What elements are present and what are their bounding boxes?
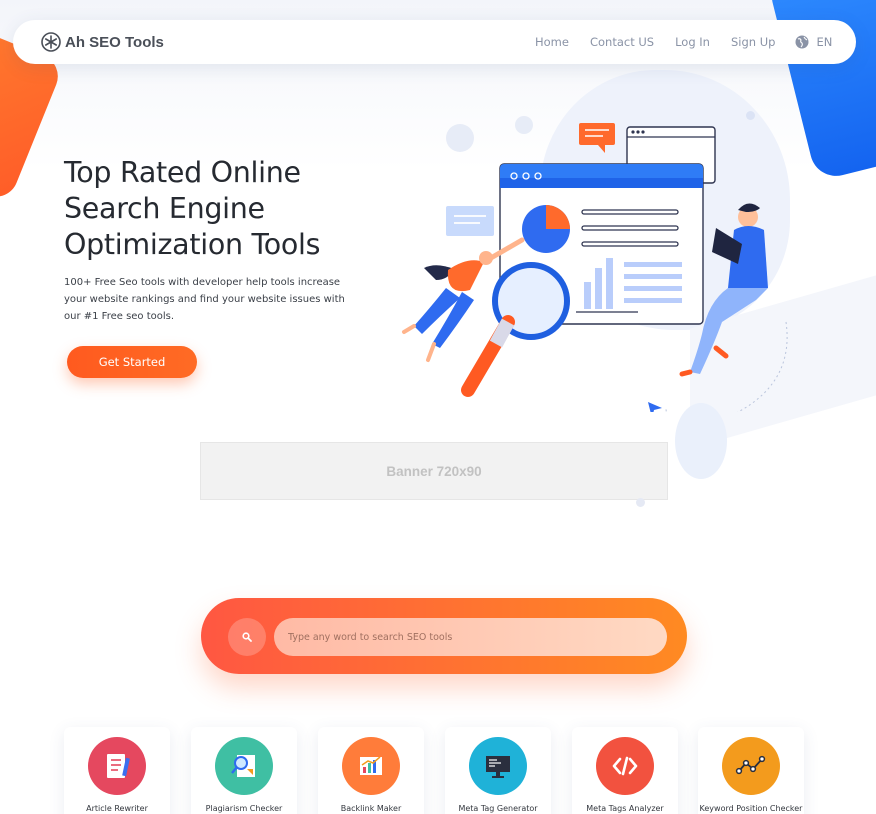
tool-label: Article Rewriter <box>86 804 148 813</box>
code-brackets-icon <box>596 737 654 795</box>
tool-label: Meta Tags Analyzer <box>586 804 664 813</box>
nav-link-signup[interactable]: Sign Up <box>731 35 775 49</box>
ad-banner[interactable]: Banner 720x90 <box>200 442 668 500</box>
line-chart-icon <box>722 737 780 795</box>
tool-label: Backlink Maker <box>340 804 402 813</box>
decor-dot <box>636 498 645 507</box>
snowflake-logo-icon <box>41 32 61 52</box>
globe-icon <box>795 35 809 49</box>
tool-card-keyword-position-checker[interactable]: Keyword Position Checker <box>698 727 804 814</box>
tool-card-plagiarism-checker[interactable]: Plagiarism Checker <box>191 727 297 814</box>
brand-name: Ah SEO Tools <box>65 33 164 51</box>
search-input[interactable] <box>274 618 667 656</box>
language-selector[interactable]: EN <box>795 35 832 49</box>
hero-title: Top Rated Online Search Engine Optimizat… <box>64 156 321 261</box>
nav-link-login[interactable]: Log In <box>675 35 710 49</box>
monitor-code-icon <box>469 737 527 795</box>
top-navbar: Ah SEO Tools Home Contact US Log In Sign… <box>13 20 856 64</box>
search-bar <box>201 598 687 674</box>
tool-card-article-rewriter[interactable]: Article Rewriter <box>64 727 170 814</box>
hero-description: 100+ Free Seo tools with developer help … <box>64 277 345 322</box>
get-started-button[interactable]: Get Started <box>67 346 197 378</box>
tool-card-meta-tags-analyzer[interactable]: Meta Tags Analyzer <box>572 727 678 814</box>
nav-menu: Home Contact US Log In Sign Up EN <box>535 20 832 64</box>
decor-oval <box>675 403 727 479</box>
tool-card-backlink-maker[interactable]: Backlink Maker <box>318 727 424 814</box>
tool-label: Meta Tag Generator <box>458 804 538 813</box>
nav-link-contact[interactable]: Contact US <box>590 35 654 49</box>
article-document-icon <box>88 737 146 795</box>
tools-grid: Article Rewriter Plagiarism Checker Back… <box>64 727 804 814</box>
magnifier-report-icon <box>215 737 273 795</box>
language-code: EN <box>816 35 833 49</box>
brand-logo[interactable]: Ah SEO Tools <box>41 32 164 52</box>
search-button[interactable] <box>228 618 266 656</box>
tool-card-meta-tag-generator[interactable]: Meta Tag Generator <box>445 727 551 814</box>
search-icon <box>242 632 252 642</box>
bar-chart-icon <box>342 737 400 795</box>
seo-analytics-illustration <box>402 123 788 412</box>
tool-label: Plagiarism Checker <box>205 804 283 813</box>
nav-link-home[interactable]: Home <box>535 35 569 49</box>
tool-label: Keyword Position Checker <box>699 804 803 813</box>
